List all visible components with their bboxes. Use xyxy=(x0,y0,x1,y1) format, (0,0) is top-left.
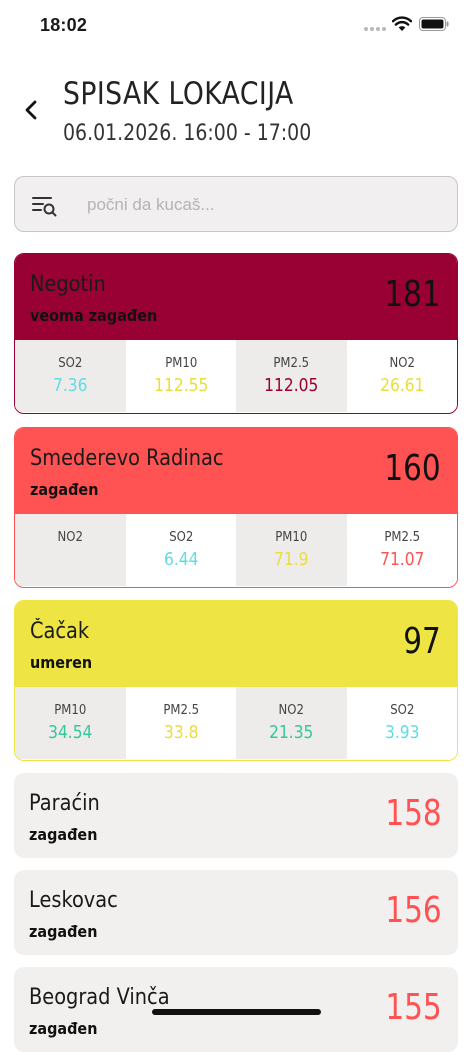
location-name: Paraćin xyxy=(29,791,100,816)
pollutant-name: PM2.5 xyxy=(273,356,310,371)
pollutant-value: 71.07 xyxy=(379,549,424,570)
home-indicator[interactable] xyxy=(152,1009,321,1015)
pollutant-cell: PM10 112.55 xyxy=(126,340,237,412)
wifi-icon xyxy=(392,16,412,31)
pollutant-name: PM10 xyxy=(54,703,87,718)
status-time: 18:02 xyxy=(40,15,88,35)
pollutant-cell: SO2 7.36 xyxy=(15,340,126,412)
search-box[interactable] xyxy=(14,176,458,232)
aqi-value: 160 xyxy=(384,448,441,489)
pollutant-row: NO2 SO2 6.44 PM10 71.9 PM2.5 71.07 xyxy=(15,514,457,586)
pollutant-name: SO2 xyxy=(58,356,83,371)
pollutant-cell: PM10 34.54 xyxy=(15,687,126,759)
aqi-value: 155 xyxy=(385,987,442,1028)
pollutant-value: 71.9 xyxy=(274,549,309,570)
pollutant-value: 3.93 xyxy=(384,722,419,743)
pollutant-name: NO2 xyxy=(57,530,83,545)
pollutant-cell: SO2 3.93 xyxy=(347,687,458,759)
battery-icon xyxy=(419,17,449,31)
pollutant-name: PM10 xyxy=(275,530,308,545)
pollutant-value: 26.61 xyxy=(379,375,424,396)
pollutant-name: NO2 xyxy=(278,703,304,718)
pollutant-name: NO2 xyxy=(389,356,415,371)
pollutant-value: 34.54 xyxy=(48,722,93,743)
pollutant-cell: NO2 26.61 xyxy=(347,340,458,412)
location-name: Leskovac xyxy=(29,888,118,913)
location-name: Čačak xyxy=(30,619,90,644)
back-button[interactable] xyxy=(20,95,46,125)
page-subtitle: 06.01.2026. 16:00 - 17:00 xyxy=(63,121,312,146)
cellular-signal-icon xyxy=(364,27,390,33)
search-input[interactable] xyxy=(85,189,449,221)
pollutant-name: PM10 xyxy=(164,356,197,371)
air-quality-status: veoma zagađen xyxy=(30,306,158,325)
pollutant-name: PM2.5 xyxy=(383,530,420,545)
location-name: Beograd Vinča xyxy=(29,985,170,1010)
air-quality-status: zagađen xyxy=(29,922,98,941)
card-header: Čačak umeren 97 xyxy=(15,601,457,687)
aqi-value: 158 xyxy=(385,793,442,834)
filter-search-icon xyxy=(32,197,57,217)
pollutant-value: 7.36 xyxy=(53,375,88,396)
pollutant-cell: PM2.5 112.05 xyxy=(236,340,347,412)
chevron-left-icon xyxy=(25,100,37,120)
pollutant-cell: PM2.5 33.8 xyxy=(126,687,237,759)
location-name: Smederevo Radinac xyxy=(30,446,224,471)
pollutant-value: 21.35 xyxy=(269,722,314,743)
pollutant-cell: NO2 xyxy=(15,514,126,586)
air-quality-status: umeren xyxy=(30,653,93,672)
aqi-value: 156 xyxy=(385,890,442,931)
pollutant-row: SO2 7.36 PM10 112.55 PM2.5 112.05 NO2 26.61 xyxy=(15,340,457,412)
air-quality-status: zagađen xyxy=(29,1019,98,1038)
card-header: Negotin veoma zagađen 181 xyxy=(15,254,457,340)
location-card-paracin[interactable]: Paraćin zagađen 158 xyxy=(14,773,458,858)
card-header: Smederevo Radinac zagađen 160 xyxy=(15,428,457,514)
pollutant-cell: SO2 6.44 xyxy=(126,514,237,586)
pollutant-name: SO2 xyxy=(168,530,193,545)
pollutant-cell: PM2.5 71.07 xyxy=(347,514,458,586)
pollutant-row: PM10 34.54 PM2.5 33.8 NO2 21.35 SO2 3.93 xyxy=(15,687,457,759)
pollutant-value: 112.05 xyxy=(264,375,319,396)
status-bar: 18:02 xyxy=(0,0,473,50)
pollutant-value: 6.44 xyxy=(163,549,198,570)
location-card-smederevo-radinac[interactable]: Smederevo Radinac zagađen 160 NO2 SO2 6.4… xyxy=(14,427,458,588)
pollutant-name: SO2 xyxy=(389,703,414,718)
air-quality-status: zagađen xyxy=(30,480,99,499)
pollutant-value: 112.55 xyxy=(153,375,208,396)
pollutant-cell: PM10 71.9 xyxy=(236,514,347,586)
air-quality-status: zagađen xyxy=(29,825,98,844)
pollutant-cell: NO2 21.35 xyxy=(236,687,347,759)
pollutant-name: PM2.5 xyxy=(162,703,199,718)
aqi-value: 97 xyxy=(403,621,441,662)
location-card-cacak[interactable]: Čačak umeren 97 PM10 34.54 PM2.5 33.8 NO2 2… xyxy=(14,600,458,761)
aqi-value: 181 xyxy=(384,274,441,315)
location-name: Negotin xyxy=(30,272,106,297)
location-card-negotin[interactable]: Negotin veoma zagađen 181 SO2 7.36 PM10 11… xyxy=(14,253,458,414)
location-card-leskovac[interactable]: Leskovac zagađen 156 xyxy=(14,870,458,955)
page-title: SPISAK LOKACIJA xyxy=(63,76,294,112)
pollutant-value: 33.8 xyxy=(163,722,198,743)
